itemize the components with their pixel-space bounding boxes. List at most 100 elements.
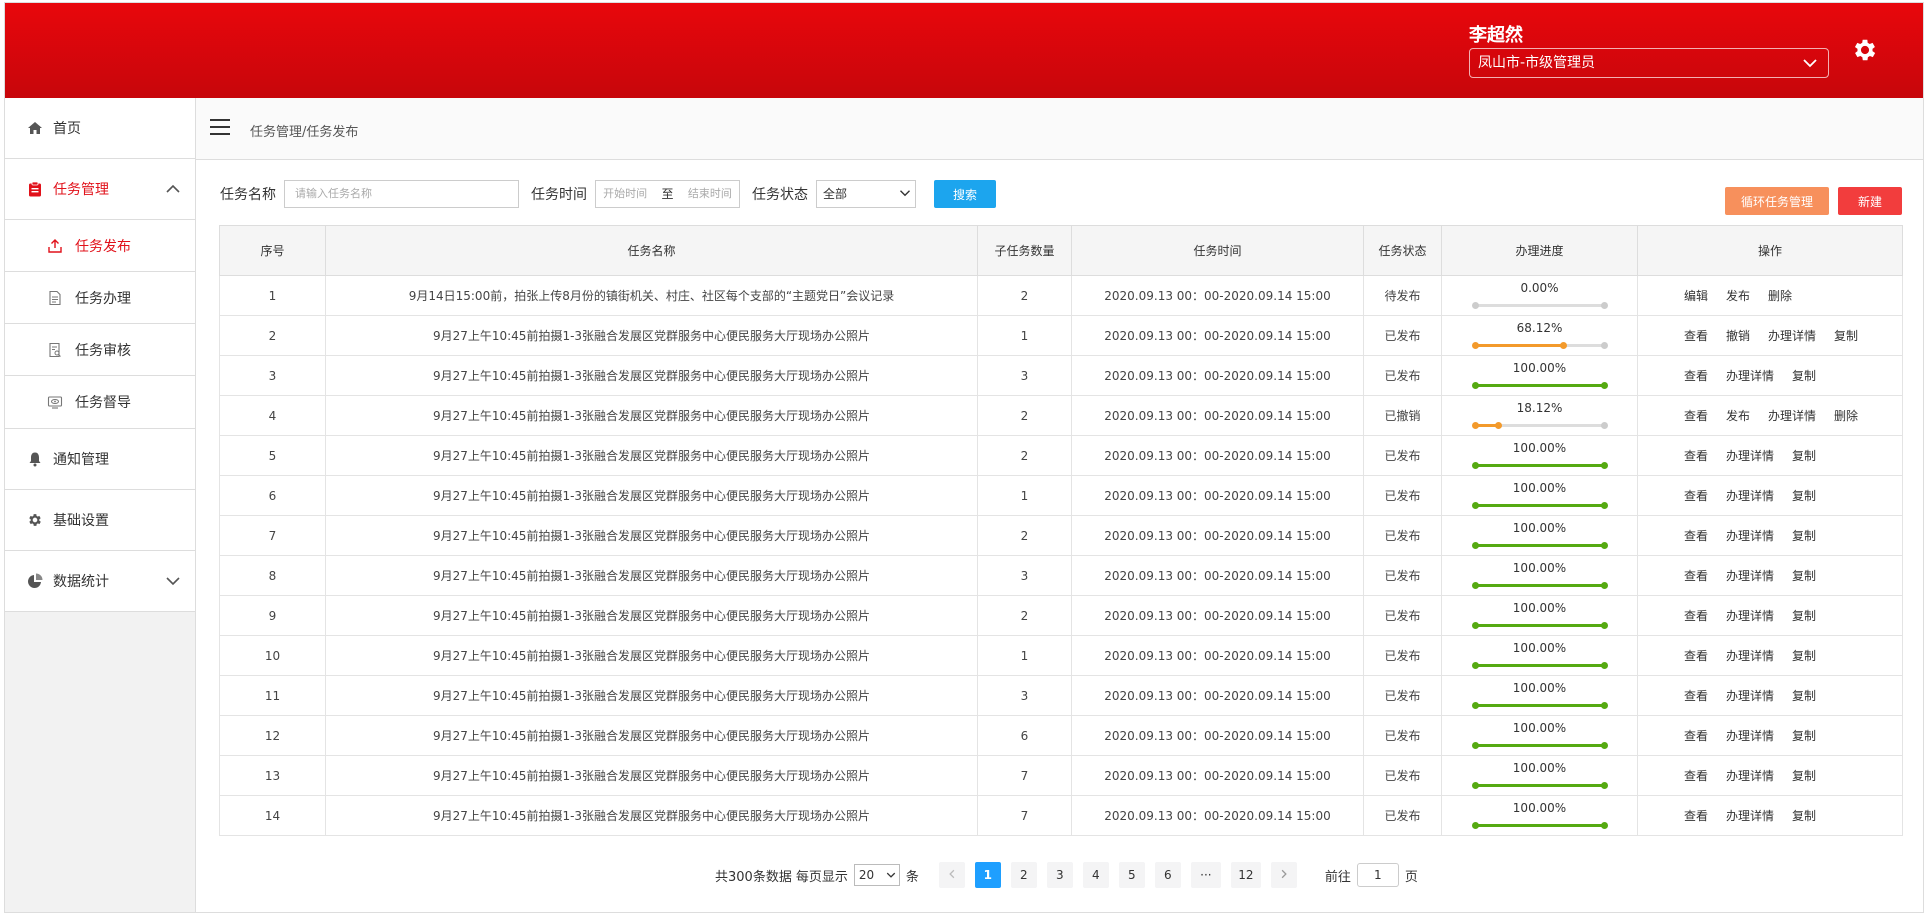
search-button[interactable]: 搜索 — [934, 180, 996, 208]
sidebar-sub-task-publish[interactable]: 任务发布 — [5, 220, 195, 272]
row-action-link[interactable]: 办理详情 — [1726, 529, 1774, 543]
start-date-input[interactable]: 开始时间 — [603, 181, 647, 207]
row-action-link[interactable]: 办理详情 — [1726, 609, 1774, 623]
page-button[interactable]: 2 — [1010, 862, 1037, 888]
page-button[interactable]: 6 — [1154, 862, 1181, 888]
progress-cell: 100.00% — [1441, 515, 1638, 556]
row-action-link[interactable]: 发布 — [1726, 289, 1750, 303]
row-number: 4 — [219, 395, 326, 436]
row-action-link[interactable]: 发布 — [1726, 409, 1750, 423]
operations-cell: 查看 办理详情 复制 — [1637, 355, 1903, 396]
page-button[interactable]: 3 — [1046, 862, 1073, 888]
sidebar-item-home[interactable]: 首页 — [5, 98, 195, 159]
row-action-link[interactable]: 复制 — [1792, 729, 1816, 743]
page-button[interactable]: 12 — [1230, 862, 1261, 888]
role-select[interactable]: 凤山市-市级管理员 — [1469, 48, 1829, 78]
row-action-link[interactable]: 复制 — [1792, 569, 1816, 583]
row-action-link[interactable]: 查看 — [1684, 529, 1708, 543]
row-action-link[interactable]: 办理详情 — [1726, 649, 1774, 663]
progress-fill — [1474, 463, 1605, 467]
progress-track — [1471, 621, 1608, 629]
row-action-link[interactable]: 办理详情 — [1726, 489, 1774, 503]
sidebar-item-notice-management[interactable]: 通知管理 — [5, 429, 195, 490]
row-action-link[interactable]: 办理详情 — [1726, 449, 1774, 463]
row-action-link[interactable]: 复制 — [1792, 529, 1816, 543]
row-action-link[interactable]: 查看 — [1684, 569, 1708, 583]
sidebar-item-data-statistics[interactable]: 数据统计 — [5, 551, 195, 612]
progress-slider: 100.00% — [1471, 519, 1608, 553]
progress-end-handle — [1600, 621, 1608, 629]
task-status-cell: 已发布 — [1363, 595, 1442, 636]
prev-page-button[interactable] — [938, 862, 965, 888]
row-number: 5 — [219, 435, 326, 476]
progress-percent: 100.00% — [1512, 680, 1567, 695]
page-button[interactable]: ··· — [1190, 862, 1221, 888]
row-action-link[interactable]: 办理详情 — [1726, 689, 1774, 703]
progress-track — [1471, 461, 1608, 469]
task-status-select[interactable]: 全部 — [816, 180, 916, 208]
sidebar-item-task-management[interactable]: 任务管理 — [5, 159, 195, 220]
row-action-link[interactable]: 复制 — [1792, 449, 1816, 463]
row-action-link[interactable]: 办理详情 — [1768, 409, 1816, 423]
row-action-link[interactable]: 复制 — [1792, 609, 1816, 623]
goto-page-input[interactable]: 1 — [1356, 863, 1399, 887]
row-action-link[interactable]: 复制 — [1792, 769, 1816, 783]
row-action-link[interactable]: 撤销 — [1726, 329, 1750, 343]
task-status-cell: 已发布 — [1363, 715, 1442, 756]
row-action-link[interactable]: 查看 — [1684, 449, 1708, 463]
row-action-link[interactable]: 删除 — [1768, 289, 1792, 303]
row-action-link[interactable]: 查看 — [1684, 489, 1708, 503]
next-page-button[interactable] — [1270, 862, 1297, 888]
per-page-select[interactable]: 20 — [853, 864, 900, 886]
row-action-link[interactable]: 复制 — [1792, 809, 1816, 823]
row-action-link[interactable]: 查看 — [1684, 769, 1708, 783]
row-action-link[interactable]: 查看 — [1684, 609, 1708, 623]
row-action-link[interactable]: 办理详情 — [1726, 569, 1774, 583]
row-action-link[interactable]: 查看 — [1684, 649, 1708, 663]
row-action-link[interactable]: 删除 — [1834, 409, 1858, 423]
progress-track — [1471, 421, 1608, 429]
row-action-link[interactable]: 编辑 — [1684, 289, 1708, 303]
subtask-count-cell: 1 — [977, 635, 1072, 676]
row-action-link[interactable]: 办理详情 — [1726, 809, 1774, 823]
row-action-link[interactable]: 复制 — [1834, 329, 1858, 343]
menu-toggle-icon[interactable] — [210, 119, 230, 137]
sidebar-sub-task-review[interactable]: 任务审核 — [5, 324, 195, 376]
row-action-link[interactable]: 查看 — [1684, 809, 1708, 823]
progress-track — [1471, 661, 1608, 669]
progress-percent: 100.00% — [1512, 360, 1567, 375]
date-range-input[interactable]: 开始时间 至 结束时间 — [595, 180, 740, 208]
progress-percent: 0.00% — [1520, 280, 1559, 295]
row-action-link[interactable]: 查看 — [1684, 689, 1708, 703]
row-action-link[interactable]: 复制 — [1792, 369, 1816, 383]
row-action-link[interactable]: 复制 — [1792, 649, 1816, 663]
column-header: 办理进度 — [1441, 225, 1638, 276]
cycle-task-management-button[interactable]: 循环任务管理 — [1725, 187, 1829, 215]
sidebar-item-basic-settings[interactable]: 基础设置 — [5, 490, 195, 551]
row-action-link[interactable]: 查看 — [1684, 369, 1708, 383]
sidebar-sub-task-supervise[interactable]: 任务督导 — [5, 376, 195, 429]
page-button[interactable]: 4 — [1082, 862, 1109, 888]
row-action-link[interactable]: 办理详情 — [1726, 729, 1774, 743]
end-date-input[interactable]: 结束时间 — [688, 181, 732, 207]
sidebar-sub-task-handle[interactable]: 任务办理 — [5, 272, 195, 324]
row-action-link[interactable]: 办理详情 — [1726, 369, 1774, 383]
task-name-input[interactable]: 请输入任务名称 — [284, 180, 519, 208]
new-task-button[interactable]: 新建 — [1838, 187, 1902, 215]
task-time-cell: 2020.09.13 00：00-2020.09.14 15:00 — [1071, 675, 1364, 716]
row-action-link[interactable]: 查看 — [1684, 729, 1708, 743]
gear-icon[interactable] — [1851, 36, 1879, 64]
row-number: 7 — [219, 515, 326, 556]
progress-start-handle — [1471, 501, 1479, 509]
progress-fill — [1474, 783, 1605, 787]
per-page-value: 20 — [858, 868, 875, 882]
page-button[interactable]: 1 — [974, 862, 1001, 888]
row-action-link[interactable]: 办理详情 — [1768, 329, 1816, 343]
row-action-link[interactable]: 复制 — [1792, 489, 1816, 503]
task-name-cell: 9月27上午10:45前拍摄1-3张融合发展区党群服务中心便民服务大厅现场办公照… — [325, 395, 978, 436]
row-action-link[interactable]: 查看 — [1684, 329, 1708, 343]
row-action-link[interactable]: 查看 — [1684, 409, 1708, 423]
row-action-link[interactable]: 复制 — [1792, 689, 1816, 703]
page-button[interactable]: 5 — [1118, 862, 1145, 888]
row-action-link[interactable]: 办理详情 — [1726, 769, 1774, 783]
